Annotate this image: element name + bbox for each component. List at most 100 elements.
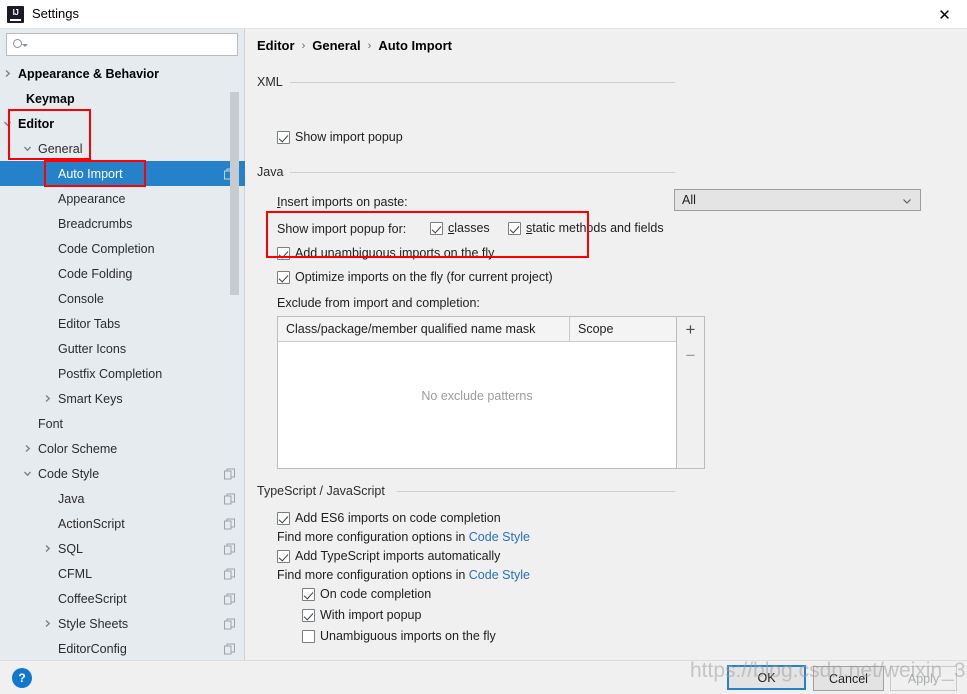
chevron-down-icon[interactable] <box>22 143 33 154</box>
checkbox-box <box>277 246 290 260</box>
checkbox-label: On code completion <box>320 587 432 601</box>
sidebar-item-label: Code Folding <box>58 266 133 281</box>
window-title: Settings <box>32 6 79 21</box>
checkbox-show-import-popup[interactable]: Show import popup <box>277 130 403 144</box>
sidebar-item-sql[interactable]: SQL <box>0 536 245 561</box>
apply-button[interactable]: Apply <box>890 666 957 691</box>
sidebar-item-editor[interactable]: Editor <box>0 111 245 136</box>
sidebar-item-gutter-icons[interactable]: Gutter Icons <box>0 336 245 361</box>
checkbox-optimize-imports[interactable]: Optimize imports on the fly (for current… <box>277 270 553 284</box>
sidebar-item-label: Keymap <box>26 91 75 106</box>
sidebar-item-color-scheme[interactable]: Color Scheme <box>0 436 245 461</box>
table-empty-message: No exclude patterns <box>421 389 533 403</box>
code-style-link[interactable]: Code Style <box>469 568 530 582</box>
sidebar-item-code-completion[interactable]: Code Completion <box>0 236 245 261</box>
sidebar-item-coffeescript[interactable]: CoffeeScript <box>0 586 245 611</box>
label-show-import-popup-for: Show import popup for: <box>277 222 407 236</box>
chevron-down-icon[interactable] <box>22 468 33 479</box>
sidebar-item-editorconfig[interactable]: EditorConfig <box>0 636 245 661</box>
copy-settings-icon[interactable] <box>224 568 235 579</box>
sidebar-item-postfix-completion[interactable]: Postfix Completion <box>0 361 245 386</box>
checkbox-box <box>277 270 290 284</box>
sidebar-item-style-sheets[interactable]: Style Sheets <box>0 611 245 636</box>
title-bar: IJ Settings ✕ <box>0 0 967 29</box>
sidebar-item-label: Smart Keys <box>58 391 123 406</box>
sidebar-item-appearance-behavior[interactable]: Appearance & Behavior <box>0 61 245 86</box>
sidebar-item-label: Auto Import <box>58 166 123 181</box>
sidebar-item-label: Style Sheets <box>58 616 129 631</box>
checkbox-box <box>302 608 315 622</box>
hint-code-style-2: Find more configuration options in Code … <box>277 568 530 582</box>
table-column-header-mask[interactable]: Class/package/member qualified name mask <box>278 317 570 341</box>
remove-exclude-pattern-button[interactable]: − <box>677 343 704 369</box>
sidebar-item-label: Font <box>38 416 64 431</box>
exclude-patterns-table[interactable]: Class/package/member qualified name mask… <box>277 316 677 469</box>
table-header-row: Class/package/member qualified name mask… <box>278 317 676 342</box>
checkbox-with-import-popup[interactable]: With import popup <box>302 608 421 622</box>
chevron-down-icon[interactable] <box>2 118 13 129</box>
copy-settings-icon[interactable] <box>224 543 235 554</box>
insert-imports-on-paste-dropdown[interactable]: All <box>674 189 921 211</box>
add-exclude-pattern-button[interactable]: + <box>677 317 704 343</box>
code-style-link[interactable]: Code Style <box>469 530 530 544</box>
checkbox-add-typescript-imports[interactable]: Add TypeScript imports automatically <box>277 549 500 563</box>
sidebar-item-label: General <box>38 141 83 156</box>
sidebar-item-label: CFML <box>58 566 93 581</box>
chevron-right-icon[interactable] <box>22 443 33 454</box>
checkbox-unambiguous-imports-on-the-fly[interactable]: Unambiguous imports on the fly <box>302 629 496 643</box>
breadcrumb-item-editor[interactable]: Editor <box>257 38 295 53</box>
ok-button[interactable]: OK <box>727 665 806 690</box>
copy-settings-icon[interactable] <box>224 618 235 629</box>
group-divider-java <box>290 172 675 173</box>
chevron-right-icon[interactable] <box>2 68 13 79</box>
checkbox-add-es6-imports[interactable]: Add ES6 imports on code completion <box>277 511 501 525</box>
sidebar-item-editor-tabs[interactable]: Editor Tabs <box>0 311 245 336</box>
sidebar-item-keymap[interactable]: Keymap <box>0 86 245 111</box>
checkbox-label: Add TypeScript imports automatically <box>295 549 501 563</box>
settings-dialog: IJ Settings ✕ Appearance & Behavior Keyma… <box>0 0 967 694</box>
sidebar-item-actionscript[interactable]: ActionScript <box>0 511 245 536</box>
sidebar-item-java[interactable]: Java <box>0 486 245 511</box>
checkbox-static-methods-and-fields[interactable]: static methods and fields <box>508 221 664 235</box>
checkbox-label: static methods and fields <box>526 221 664 235</box>
search-box[interactable] <box>6 33 238 56</box>
sidebar-item-smart-keys[interactable]: Smart Keys <box>0 386 245 411</box>
sidebar-item-cfml[interactable]: CFML <box>0 561 245 586</box>
sidebar-item-appearance[interactable]: Appearance <box>0 186 245 211</box>
sidebar-item-label: ActionScript <box>58 516 125 531</box>
settings-sidebar: Appearance & Behavior Keymap Editor General… <box>0 29 245 660</box>
cancel-button[interactable]: Cancel <box>813 666 884 691</box>
copy-settings-icon[interactable] <box>224 493 235 504</box>
sidebar-item-code-style[interactable]: Code Style <box>0 461 245 486</box>
search-input[interactable] <box>26 36 226 53</box>
table-column-header-scope[interactable]: Scope <box>570 317 676 341</box>
close-icon[interactable]: ✕ <box>922 0 967 29</box>
copy-settings-icon[interactable] <box>224 468 235 479</box>
sidebar-item-label: Color Scheme <box>38 441 118 456</box>
checkbox-classes[interactable]: classes <box>430 221 490 235</box>
sidebar-item-console[interactable]: Console <box>0 286 245 311</box>
sidebar-scrollbar[interactable] <box>230 92 239 295</box>
sidebar-item-font[interactable]: Font <box>0 411 245 436</box>
sidebar-item-label: Console <box>58 291 104 306</box>
sidebar-item-label: Appearance <box>58 191 126 206</box>
chevron-right-icon[interactable] <box>42 543 53 554</box>
chevron-right-icon[interactable] <box>42 393 53 404</box>
label-insert-imports-on-paste: Insert imports on paste: <box>277 195 408 209</box>
checkbox-add-unambiguous-imports[interactable]: Add unambiguous imports on the fly <box>277 246 494 260</box>
sidebar-item-label: Gutter Icons <box>58 341 127 356</box>
help-question-icon[interactable]: ? <box>12 668 32 688</box>
chevron-right-icon[interactable] <box>42 618 53 629</box>
copy-settings-icon[interactable] <box>224 593 235 604</box>
breadcrumb-item-general[interactable]: General <box>312 38 360 53</box>
checkbox-on-code-completion[interactable]: On code completion <box>302 587 431 601</box>
group-label-tsjs: TypeScript / JavaScript <box>257 484 391 498</box>
sidebar-item-general[interactable]: General <box>0 136 245 161</box>
sidebar-item-breadcrumbs[interactable]: Breadcrumbs <box>0 211 245 236</box>
sidebar-item-code-folding[interactable]: Code Folding <box>0 261 245 286</box>
sidebar-item-auto-import[interactable]: Auto Import <box>0 161 245 186</box>
chevron-down-icon <box>902 195 912 205</box>
copy-settings-icon[interactable] <box>224 643 235 654</box>
sidebar-item-label: EditorConfig <box>58 641 127 656</box>
copy-settings-icon[interactable] <box>224 518 235 529</box>
